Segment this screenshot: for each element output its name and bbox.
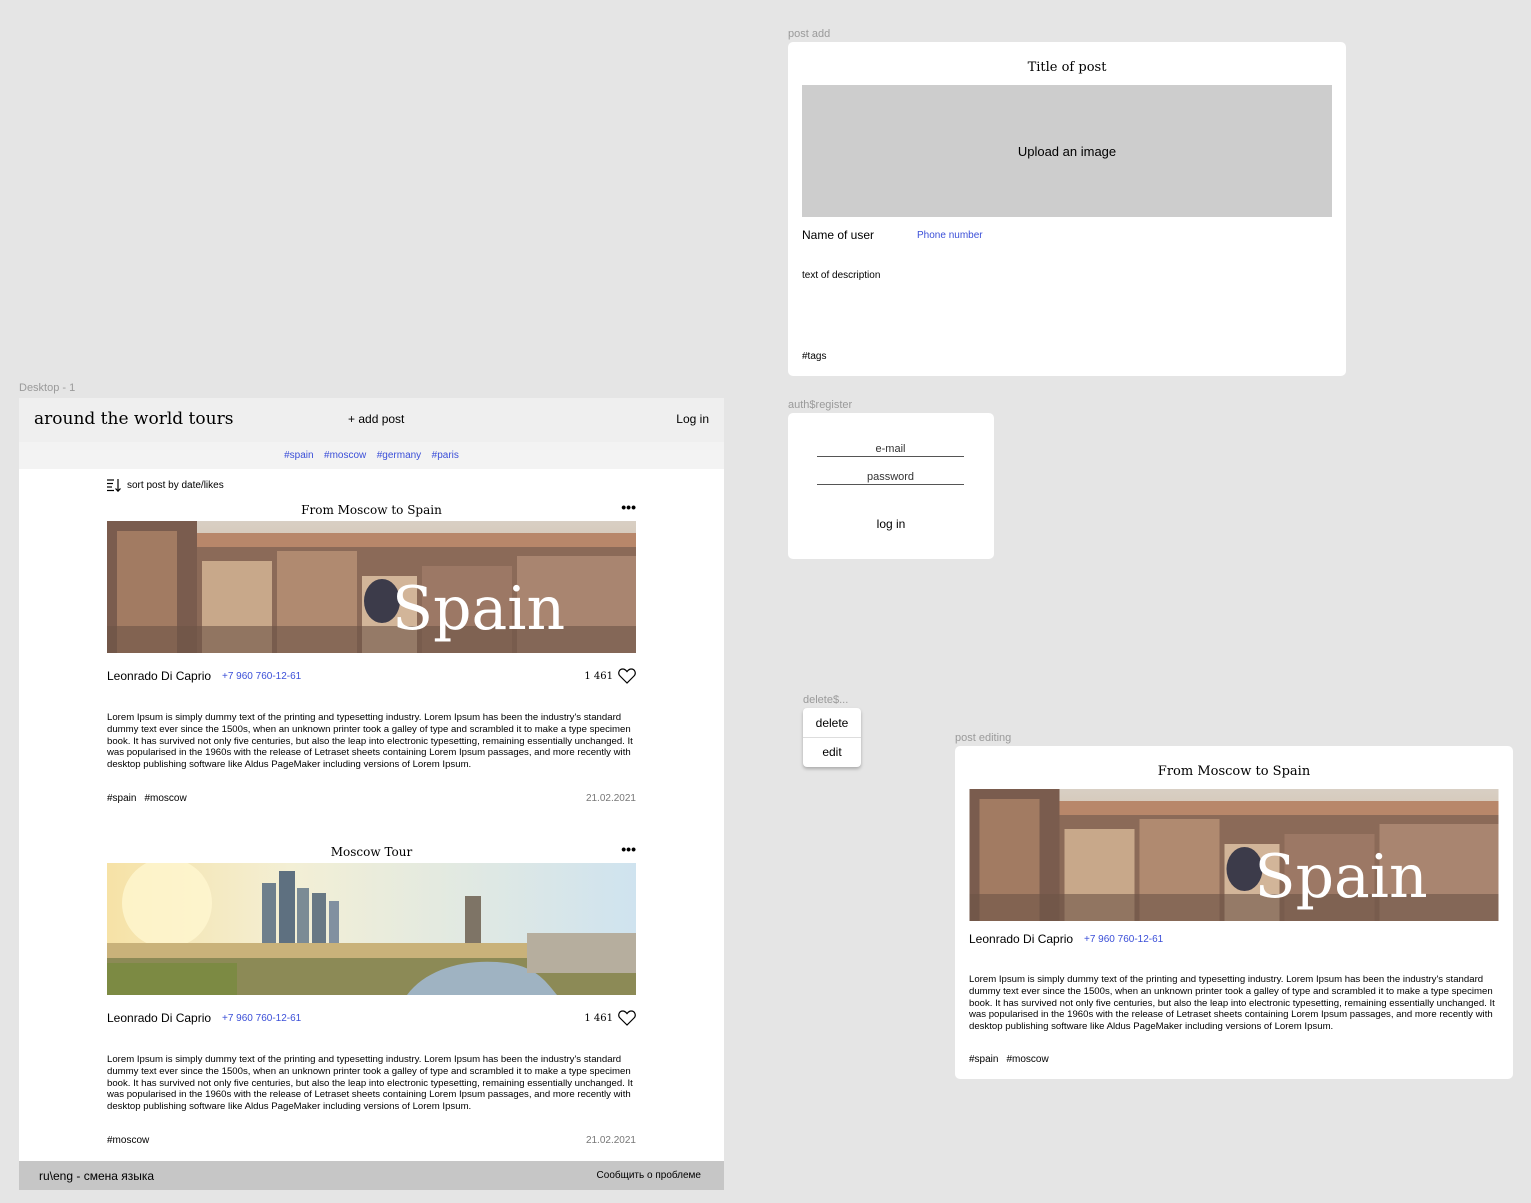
site-footer: ru\eng - смена языка Сообщить о проблеме (19, 1161, 724, 1190)
sort-control[interactable]: sort post by date/likes (107, 479, 224, 492)
post-date: 21.02.2021 (585, 793, 636, 804)
email-field[interactable]: e-mail (817, 443, 964, 457)
post-date: 21.02.2021 (585, 1135, 636, 1146)
post-image-caption: Spain (392, 574, 565, 644)
like-counter: 1 461 (584, 668, 636, 684)
post-title-input[interactable]: Title of post (788, 60, 1346, 75)
like-count: 1 461 (584, 1012, 613, 1024)
post-description[interactable]: Lorem Ipsum is simply dummy text of the … (969, 974, 1499, 1033)
post-tag[interactable]: #moscow (107, 1135, 149, 1146)
heart-icon[interactable] (618, 1010, 636, 1026)
sort-label: sort post by date/likes (127, 480, 224, 491)
post-author[interactable]: Leonrado Di Caprio (969, 932, 1073, 946)
add-post-button[interactable]: + add post (348, 412, 404, 426)
tags-field[interactable]: #tags (802, 351, 826, 362)
post-title: From Moscow to Spain (301, 503, 442, 517)
menu-divider (803, 737, 861, 738)
tag-filter-bar: #spain #moscow #germany #paris (19, 442, 724, 469)
post-tag[interactable]: #moscow (1006, 1054, 1048, 1065)
post-tags: #spain #moscow (969, 1054, 1057, 1065)
frame-label-post-add: post add (788, 28, 831, 40)
post-image-moscow (107, 863, 636, 995)
auth-frame: e-mail password log in (788, 413, 994, 559)
post-phone[interactable]: +7 960 760-12-61 (222, 671, 301, 682)
frame-label-desktop: Desktop - 1 (19, 382, 76, 394)
post-phone[interactable]: +7 960 760-12-61 (1084, 934, 1163, 945)
login-link[interactable]: Log in (676, 412, 709, 426)
post-tag[interactable]: #spain (969, 1054, 998, 1065)
delete-button[interactable]: delete (803, 716, 861, 730)
post-image-caption: Spain (1255, 842, 1428, 912)
post-editing-frame: From Moscow to Spain Spain Leonrado Di C… (955, 746, 1513, 1079)
password-field[interactable]: password (817, 471, 964, 485)
frame-label-delete: delete$... (803, 694, 849, 706)
post-title[interactable]: From Moscow to Spain (955, 764, 1513, 779)
more-icon[interactable]: ••• (621, 499, 636, 515)
user-name-field[interactable]: Name of user (802, 228, 874, 242)
upload-label: Upload an image (1017, 143, 1117, 159)
more-icon[interactable]: ••• (621, 841, 636, 857)
post-actions-menu: delete edit (803, 708, 861, 767)
upload-image-area[interactable]: Upload an image (802, 85, 1332, 217)
description-field[interactable]: text of description (802, 270, 880, 281)
tag-filter-germany[interactable]: #germany (377, 450, 421, 461)
post-phone[interactable]: +7 960 760-12-61 (222, 1013, 301, 1024)
site-header: around the world tours + add post Log in (19, 398, 724, 442)
phone-field[interactable]: Phone number (917, 230, 983, 241)
post-author: Leonrado Di Caprio (107, 1011, 212, 1025)
post-tag[interactable]: #spain (107, 793, 136, 804)
desktop-frame: around the world tours + add post Log in… (19, 398, 724, 1190)
language-switch[interactable]: ru\eng - смена языка (39, 1169, 154, 1183)
post-description: Lorem Ipsum is simply dummy text of the … (107, 1054, 633, 1113)
edit-button[interactable]: edit (803, 745, 861, 759)
post-tag[interactable]: #moscow (144, 793, 186, 804)
post-tags: #moscow (107, 1135, 157, 1146)
post-add-frame: Title of post Upload an image Name of us… (788, 42, 1346, 376)
tag-filter-spain[interactable]: #spain (284, 450, 313, 461)
frame-label-auth: auth$register (788, 399, 853, 411)
post-author: Leonrado Di Caprio (107, 669, 212, 683)
heart-icon[interactable] (618, 668, 636, 684)
site-brand[interactable]: around the world tours (34, 409, 233, 429)
post-card: From Moscow to Spain ••• Spain Leonrado … (107, 499, 636, 804)
post-card: Moscow Tour ••• Leonrado Di Caprio +7 96… (107, 841, 636, 1146)
frame-label-post-editing: post editing (955, 732, 1012, 744)
post-tags: #spain #moscow (107, 793, 195, 804)
post-description: Lorem Ipsum is simply dummy text of the … (107, 712, 633, 771)
login-button[interactable]: log in (788, 517, 994, 531)
post-image-madrid: Spain (107, 521, 636, 653)
like-counter: 1 461 (584, 1010, 636, 1026)
post-title: Moscow Tour (330, 845, 413, 859)
post-image-madrid[interactable]: Spain (969, 789, 1499, 921)
sort-icon (107, 479, 121, 492)
tag-filter-moscow[interactable]: #moscow (324, 450, 366, 461)
tag-filter-paris[interactable]: #paris (432, 450, 459, 461)
like-count: 1 461 (584, 670, 613, 682)
report-problem-link[interactable]: Сообщить о проблеме (597, 1170, 701, 1181)
